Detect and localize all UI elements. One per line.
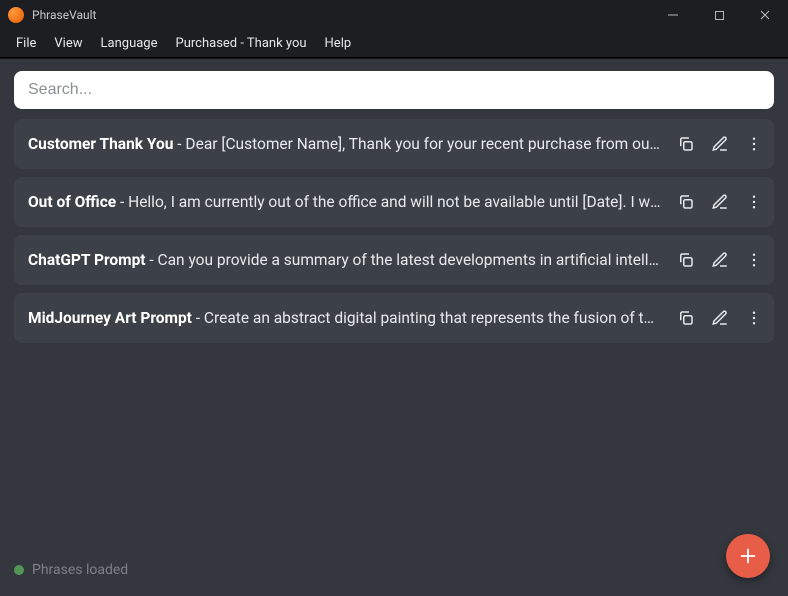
- phrase-text: Out of Office - Hello, I am currently ou…: [28, 193, 662, 211]
- menubar: File View Language Purchased - Thank you…: [0, 30, 788, 58]
- phrase-list: Customer Thank You - Dear [Customer Name…: [0, 119, 788, 343]
- minimize-button[interactable]: [650, 0, 696, 30]
- more-vertical-icon: [745, 135, 763, 153]
- phrase-title: Out of Office: [28, 193, 116, 211]
- edit-button[interactable]: [710, 192, 730, 212]
- search-wrap: [0, 59, 788, 119]
- phrase-title: ChatGPT Prompt: [28, 251, 146, 269]
- window-controls: [650, 0, 788, 30]
- app-icon: [8, 7, 24, 23]
- copy-icon: [677, 309, 695, 327]
- phrase-text: Customer Thank You - Dear [Customer Name…: [28, 135, 662, 153]
- more-vertical-icon: [745, 309, 763, 327]
- more-button[interactable]: [744, 192, 764, 212]
- close-button[interactable]: [742, 0, 788, 30]
- copy-button[interactable]: [676, 192, 696, 212]
- titlebar: PhraseVault: [0, 0, 788, 30]
- phrase-separator: -: [116, 193, 128, 211]
- phrase-body: Can you provide a summary of the latest …: [158, 251, 662, 269]
- phrase-body: Hello, I am currently out of the office …: [128, 193, 662, 211]
- plus-icon: [737, 545, 759, 567]
- copy-icon: [677, 193, 695, 211]
- search-input[interactable]: [14, 71, 774, 109]
- copy-icon: [677, 251, 695, 269]
- edit-icon: [711, 135, 729, 153]
- copy-icon: [677, 135, 695, 153]
- phrase-separator: -: [146, 251, 158, 269]
- status-text: Phrases loaded: [32, 562, 128, 578]
- phrase-title: MidJourney Art Prompt: [28, 309, 192, 327]
- status-dot-icon: [14, 565, 24, 575]
- add-phrase-button[interactable]: [726, 534, 770, 578]
- edit-button[interactable]: [710, 308, 730, 328]
- menu-view[interactable]: View: [46, 32, 90, 55]
- edit-icon: [711, 309, 729, 327]
- more-button[interactable]: [744, 134, 764, 154]
- more-vertical-icon: [745, 193, 763, 211]
- phrase-text: ChatGPT Prompt - Can you provide a summa…: [28, 251, 662, 269]
- copy-button[interactable]: [676, 250, 696, 270]
- maximize-button[interactable]: [696, 0, 742, 30]
- app-title: PhraseVault: [32, 8, 96, 22]
- edit-button[interactable]: [710, 134, 730, 154]
- content-area: Customer Thank You - Dear [Customer Name…: [0, 58, 788, 596]
- phrase-separator: -: [192, 309, 204, 327]
- status-bar: Phrases loaded: [14, 562, 128, 578]
- edit-icon: [711, 251, 729, 269]
- phrase-text: MidJourney Art Prompt - Create an abstra…: [28, 309, 662, 327]
- edit-icon: [711, 193, 729, 211]
- phrase-actions: [662, 250, 764, 270]
- menu-file[interactable]: File: [8, 32, 44, 55]
- phrase-title: Customer Thank You: [28, 135, 173, 153]
- copy-button[interactable]: [676, 134, 696, 154]
- phrase-body: Create an abstract digital painting that…: [204, 309, 662, 327]
- more-button[interactable]: [744, 250, 764, 270]
- more-vertical-icon: [745, 251, 763, 269]
- phrase-body: Dear [Customer Name], Thank you for your…: [185, 135, 662, 153]
- phrase-row[interactable]: Out of Office - Hello, I am currently ou…: [14, 177, 774, 227]
- more-button[interactable]: [744, 308, 764, 328]
- phrase-row[interactable]: MidJourney Art Prompt - Create an abstra…: [14, 293, 774, 343]
- phrase-actions: [662, 308, 764, 328]
- menu-language[interactable]: Language: [93, 32, 166, 55]
- phrase-row[interactable]: ChatGPT Prompt - Can you provide a summa…: [14, 235, 774, 285]
- menu-help[interactable]: Help: [317, 32, 360, 55]
- phrase-actions: [662, 134, 764, 154]
- phrase-separator: -: [173, 135, 185, 153]
- phrase-actions: [662, 192, 764, 212]
- copy-button[interactable]: [676, 308, 696, 328]
- menu-purchased[interactable]: Purchased - Thank you: [168, 32, 315, 55]
- edit-button[interactable]: [710, 250, 730, 270]
- phrase-row[interactable]: Customer Thank You - Dear [Customer Name…: [14, 119, 774, 169]
